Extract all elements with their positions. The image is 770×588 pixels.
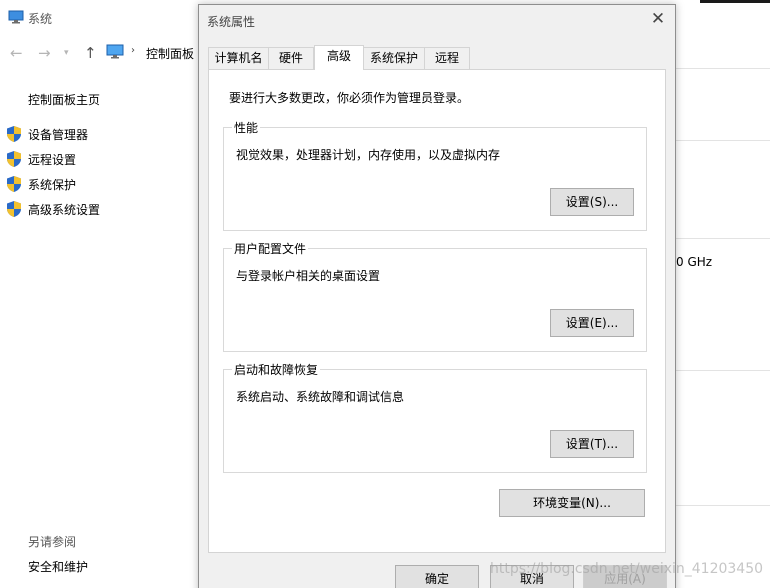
screen: 系统 ← → ▾ ↑ › 控制面板 控制面板主页 设备管理器 远程设置 系统保护 — [0, 0, 770, 588]
side-link-remote-settings[interactable]: 远程设置 — [6, 150, 196, 168]
forward-arrow-icon[interactable]: → — [38, 44, 51, 62]
system-window-title: 系统 — [28, 12, 53, 26]
computer-icon — [8, 10, 24, 27]
recent-locations-chevron-icon[interactable]: ▾ — [64, 48, 69, 58]
user-profiles-group: 用户配置文件 与登录帐户相关的桌面设置 设置(E)... — [223, 240, 647, 352]
tab-computer-name[interactable]: 计算机名 — [208, 47, 269, 69]
user-profiles-settings-button[interactable]: 设置(E)... — [550, 309, 634, 337]
startup-recovery-settings-button[interactable]: 设置(T)... — [550, 430, 634, 458]
side-link-system-protection[interactable]: 系统保护 — [6, 175, 196, 193]
side-link-label: 远程设置 — [28, 153, 77, 167]
shield-icon — [6, 200, 22, 221]
breadcrumb-separator-icon: › — [131, 45, 135, 56]
divider — [676, 140, 770, 141]
side-link-label: 高级系统设置 — [28, 203, 101, 217]
security-maintenance-link[interactable]: 安全和维护 — [28, 558, 88, 575]
close-icon[interactable]: ✕ — [649, 10, 667, 28]
performance-group: 性能 视觉效果，处理器计划，内存使用，以及虚拟内存 设置(S)... — [223, 119, 647, 231]
shield-icon — [6, 125, 22, 146]
divider — [676, 238, 770, 239]
divider — [676, 68, 770, 69]
address-bar: ← → ▾ ↑ › 控制面板 — [0, 40, 200, 66]
cancel-button[interactable]: 取消 — [490, 565, 574, 588]
startup-recovery-group: 启动和故障恢复 系统启动、系统故障和调试信息 设置(T)... — [223, 361, 647, 473]
processor-speed-text: 0 GHz — [676, 255, 713, 269]
performance-settings-button[interactable]: 设置(S)... — [550, 188, 634, 216]
group-description: 视觉效果，处理器计划，内存使用，以及虚拟内存 — [236, 148, 501, 162]
back-arrow-icon[interactable]: ← — [10, 44, 23, 62]
tab-remote[interactable]: 远程 — [424, 47, 470, 69]
see-also-heading: 另请参阅 — [28, 535, 77, 549]
side-link-label: 设备管理器 — [28, 128, 89, 142]
group-description: 与登录帐户相关的桌面设置 — [236, 269, 381, 283]
control-panel-home-link[interactable]: 控制面板主页 — [28, 91, 100, 108]
breadcrumb-control-panel[interactable]: 控制面板 — [146, 45, 194, 62]
group-description: 系统启动、系统故障和调试信息 — [236, 390, 405, 404]
tab-strip: 计算机名 硬件 高级 系统保护 远程 — [208, 45, 668, 70]
shield-icon — [6, 175, 22, 196]
system-properties-dialog: 系统属性 ✕ 计算机名 硬件 高级 系统保护 远程 要进行大多数更改，你必须作为… — [198, 4, 676, 588]
dialog-title: 系统属性 — [207, 15, 256, 29]
control-panel-icon — [106, 44, 124, 62]
apply-button[interactable]: 应用(A) — [583, 565, 667, 588]
ok-button[interactable]: 确定 — [395, 565, 479, 588]
group-legend: 用户配置文件 — [232, 240, 309, 257]
side-link-advanced-system-settings[interactable]: 高级系统设置 — [6, 200, 196, 218]
admin-notice: 要进行大多数更改，你必须作为管理员登录。 — [229, 91, 470, 105]
side-link-device-manager[interactable]: 设备管理器 — [6, 125, 196, 143]
side-link-label: 系统保护 — [28, 178, 77, 192]
tab-advanced[interactable]: 高级 — [314, 45, 364, 70]
up-arrow-icon[interactable]: ↑ — [84, 44, 97, 62]
taskbar-edge — [700, 0, 770, 3]
environment-variables-button[interactable]: 环境变量(N)... — [499, 489, 645, 517]
tab-system-protection[interactable]: 系统保护 — [363, 47, 425, 69]
group-legend: 启动和故障恢复 — [232, 361, 321, 378]
group-legend: 性能 — [232, 119, 261, 136]
divider — [676, 505, 770, 506]
divider — [676, 370, 770, 371]
advanced-tab-panel: 要进行大多数更改，你必须作为管理员登录。 性能 视觉效果，处理器计划，内存使用，… — [208, 69, 666, 553]
tab-hardware[interactable]: 硬件 — [268, 47, 314, 69]
shield-icon — [6, 150, 22, 171]
